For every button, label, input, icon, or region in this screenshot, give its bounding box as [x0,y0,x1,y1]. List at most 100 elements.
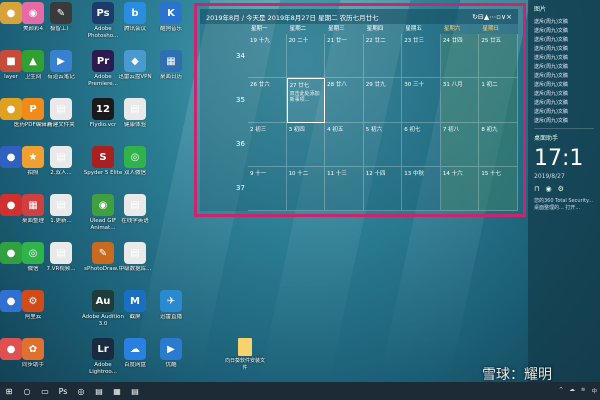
panel-list-item[interactable]: 送斥(周九)文稿 [528,89,600,98]
calendar-day[interactable]: 29 廿九 [363,78,403,123]
calendar-day[interactable]: 2 初三 [248,122,287,167]
desktop-icon[interactable]: ▤ 1.更新... [38,194,84,242]
desktop-icon[interactable]: ⚙ 阿里云 [10,290,56,338]
calendar-day[interactable]: 4 初五 [325,122,364,167]
desktop-icon-label: 新建文件夹 [47,122,75,128]
calendar-day[interactable]: 30 三十 [402,78,441,123]
tray-icon[interactable]: ☁ [566,387,578,395]
taskbar-app-icon[interactable]: ▤ [90,382,108,400]
calendar-day[interactable]: 6 初七 [402,122,441,167]
clock-date: 2019/8/27 [534,173,565,180]
panel-list-item[interactable]: 送斥(周九)文稿 [528,35,600,44]
app-icon: M [124,290,146,312]
calendar-day[interactable]: 10 十二 [286,166,326,211]
calendar-day[interactable]: 25 廿五 [479,34,518,79]
start-icon[interactable]: ⊞ [0,382,18,400]
desktop-icon[interactable]: ▤ 中级数据库... [112,242,158,290]
desktop-icon[interactable]: ▤ 2.双人... [38,146,84,194]
desktop-icon[interactable]: ▤ 7.VR视频... [38,242,84,290]
settings-icon[interactable]: ⚙ [558,185,564,193]
calendar-day[interactable]: 28 廿八 [325,78,364,123]
desktop-icon[interactable]: ▤ 在线学英语 [112,194,158,242]
panel-list-item[interactable]: 送斥(周九)文稿 [528,53,600,62]
calendar-day[interactable]: 5 初六 [363,122,403,167]
day-number: 22 廿二 [365,38,386,44]
calendar-day[interactable]: 19 十九 [248,34,287,79]
taskbar-app-icon[interactable]: ▤ [126,382,144,400]
app-icon: ▦ [160,50,182,72]
app-icon: ✿ [22,338,44,360]
app-icon: ✎ [92,242,114,264]
calendar-day[interactable]: 24 廿四 [440,34,480,79]
desktop-folder[interactable]: 向日葵软件安装文件 [225,338,265,382]
day-number: 12 十四 [365,170,386,177]
panel-title: 图片 [534,6,547,13]
calendar-day[interactable]: 14 十六 [440,166,480,211]
panel-list-item[interactable]: 送斥(周九)文稿 [528,17,600,26]
app-icon: Lr [92,338,114,360]
panel-list-item[interactable]: 送斥(周九)文稿 [528,80,600,89]
calendar-day[interactable]: 15 十七 [479,166,518,211]
calendar-day-today[interactable]: 27 廿七 双击此处添加新事项... [286,78,326,123]
calendar-day[interactable]: 22 廿二 [363,34,403,79]
panel-footer-text: 您的360 Total Security... 桌面整理的... 打开... [534,198,593,211]
taskbar-app-icon[interactable]: ◎ [72,382,90,400]
desktop-calendar-widget[interactable]: 2019年8月 / 今天是 2019年8月27日 星期二 农历七月廿七 ↻⊟▲⋯… [200,9,518,211]
tray-icon[interactable]: ^ [556,387,567,395]
desktop-icon[interactable]: ▶ 优酷 [148,338,194,386]
calendar-day[interactable]: 8 初九 [479,122,518,167]
panel-list-item[interactable]: 送斥(周九)文稿 [528,26,600,35]
panel-list-item[interactable]: 送斥(周九)文稿 [528,62,600,71]
calendar-day[interactable]: 1 初二 [479,78,518,123]
calendar-day[interactable]: 3 初四 [286,122,326,167]
app-icon: ✎ [50,2,72,24]
panel-list-item[interactable]: 送斥(周九)文稿 [528,44,600,53]
desktop-icon-label: 迅雷直播 [159,314,182,320]
tray-icon[interactable]: 中 [588,387,600,395]
calendar-day[interactable]: 26 廿六 [248,78,287,123]
day-number: 29 廿九 [365,82,386,89]
desktop-icon[interactable]: ▶ 有道云笔记 [38,50,84,98]
tray-icon[interactable]: ≋ [578,387,589,395]
calendar-day[interactable]: 11 十三 [325,166,364,211]
panel-list-item[interactable]: 送斥(周九)文稿 [528,98,600,107]
desktop-icon-label: 双人微信 [123,170,146,176]
calendar-day[interactable]: 7 初八 [440,122,480,167]
panel-list-item[interactable]: 送斥(周九)文稿 [528,116,600,125]
panel-list-item[interactable]: 送斥(周九)文稿 [528,107,600,116]
day-number: 15 十七 [481,170,502,177]
taskbar-app-icon[interactable]: Ps [54,382,72,400]
calendar-day[interactable]: 12 十四 [363,166,403,211]
calendar-day[interactable]: 23 廿三 [402,34,441,79]
day-number: 31 八月 [442,82,463,89]
panel-tool-icons: ⊓ ◉ ⚙ [528,182,600,196]
desktop-icon[interactable]: ✎ 极智工厂 [38,2,84,50]
add-event-hint[interactable]: 双击此处添加新事项... [290,91,323,103]
calendar-day[interactable]: 9 十一 [248,166,287,211]
weekday-label: 星期六 [443,26,461,32]
app-icon: Au [92,290,114,312]
desktop-icon[interactable]: ◎ 双人微信 [112,146,158,194]
taskbar-app-icon[interactable]: ○ [18,382,36,400]
desktop-icon[interactable]: ▤ 健康体验 [112,98,158,146]
calendar-day[interactable]: 20 二十 [286,34,326,79]
desktop-icon[interactable]: K 酷狗音乐 [148,2,194,50]
calendar-day[interactable]: 31 八月 [440,78,480,123]
desktop-icon[interactable]: ▤ 新建文件夹 [38,98,84,146]
taskbar-app-icon[interactable]: ▦ [108,382,126,400]
desktop-icon[interactable]: ▦ 桌面日历 [148,50,194,98]
desktop-icon[interactable]: ✈ 迅雷直播 [148,290,194,338]
app-icon: ◆ [124,50,146,72]
calendar-day[interactable]: 13 中秋 [402,166,441,211]
taskbar-app-icon[interactable]: ▭ [36,382,54,400]
divider [534,128,594,129]
panel-list-item[interactable]: 送斥(周九)文稿 [528,71,600,80]
weekday-label: 星期五 [405,26,422,32]
calendar-day[interactable]: 21 廿一 [325,34,364,79]
clock-time: 17:1 [534,146,584,171]
link-icon[interactable]: ⊓ [534,185,539,193]
eye-icon[interactable]: ◉ [545,185,551,193]
day-number: 25 廿五 [481,38,502,44]
calendar-toolbar-button[interactable]: × [506,13,512,21]
desktop-icon[interactable]: ✿ 同步助手 [10,338,56,386]
